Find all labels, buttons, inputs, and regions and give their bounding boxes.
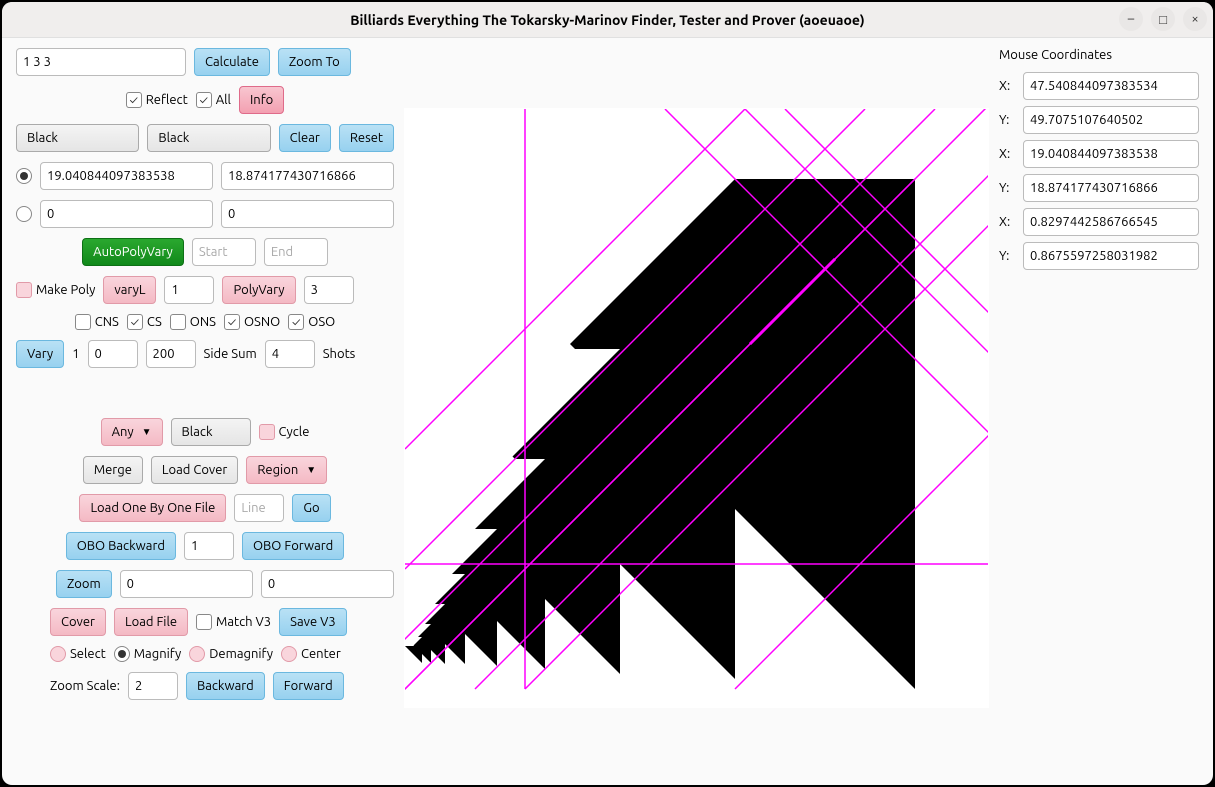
cs-checkbox[interactable]: ✓ <box>127 314 143 330</box>
close-icon[interactable]: × <box>1183 7 1207 31</box>
my2-input[interactable] <box>1023 174 1199 202</box>
reflect-checkbox[interactable]: ✓ <box>126 92 142 108</box>
cs-label: CS <box>147 315 162 329</box>
osno-checkbox[interactable]: ✓ <box>224 314 240 330</box>
load-obo-file-button[interactable]: Load One By One File <box>79 494 226 522</box>
my2-label: Y: <box>999 181 1015 195</box>
all-checkbox[interactable]: ✓ <box>196 92 212 108</box>
cycle-label: Cycle <box>279 425 310 439</box>
center-label: Center <box>301 647 341 661</box>
go-button[interactable]: Go <box>292 494 330 522</box>
line-input[interactable] <box>234 494 284 522</box>
select-radio[interactable] <box>50 646 66 662</box>
matchv3-label: Match V3 <box>216 615 271 629</box>
black-button-2[interactable]: Black <box>147 124 270 152</box>
region-select[interactable]: Region▼ <box>246 456 327 484</box>
ons-checkbox[interactable] <box>170 314 186 330</box>
reset-button[interactable]: Reset <box>339 124 394 152</box>
oso-label: OSO <box>308 315 335 329</box>
load-file-button[interactable]: Load File <box>114 608 188 636</box>
polyvary-button[interactable]: PolyVary <box>222 276 295 304</box>
varyl-button[interactable]: varyL <box>103 276 156 304</box>
all-label: All <box>216 93 231 107</box>
cns-label: CNS <box>95 315 119 329</box>
shots-label: Shots <box>323 347 356 361</box>
center-radio[interactable] <box>281 646 297 662</box>
chevron-down-icon: ▼ <box>142 426 152 438</box>
black-button-3[interactable]: Black <box>171 418 251 446</box>
reflect-label: Reflect <box>146 93 188 107</box>
varyl-input[interactable] <box>164 276 214 304</box>
ons-label: ONS <box>190 315 216 329</box>
side-sum-label: Side Sum <box>204 347 257 361</box>
magnify-radio[interactable] <box>114 646 130 662</box>
x2-input[interactable] <box>40 200 213 228</box>
vary-from-input[interactable] <box>88 340 138 368</box>
obo-n-input[interactable] <box>184 532 234 560</box>
calculate-button[interactable]: Calculate <box>194 48 270 76</box>
merge-button[interactable]: Merge <box>83 456 143 484</box>
end-input[interactable] <box>264 238 328 266</box>
cover-button[interactable]: Cover <box>50 608 106 636</box>
window-title: Billiards Everything The Tokarsky-Marino… <box>350 12 865 28</box>
makepoly-checkbox[interactable] <box>16 282 32 298</box>
zoom-scale-input[interactable] <box>128 672 178 700</box>
my1-label: Y: <box>999 113 1015 127</box>
demagnify-radio[interactable] <box>189 646 205 662</box>
obo-forward-button[interactable]: OBO Forward <box>242 532 344 560</box>
chevron-down-icon: ▼ <box>306 464 316 476</box>
makepoly-label: Make Poly <box>36 283 95 297</box>
osno-label: OSNO <box>244 315 280 329</box>
forward-button[interactable]: Forward <box>273 672 344 700</box>
cycle-checkbox[interactable] <box>259 424 275 440</box>
load-cover-button[interactable]: Load Cover <box>151 456 238 484</box>
mx1-label: X: <box>999 79 1015 93</box>
x1-input[interactable] <box>40 162 213 190</box>
expression-input[interactable] <box>16 48 186 76</box>
polyvary-input[interactable] <box>304 276 354 304</box>
matchv3-checkbox[interactable] <box>196 614 212 630</box>
y1-input[interactable] <box>221 162 394 190</box>
row2-radio[interactable] <box>16 206 32 222</box>
oso-checkbox[interactable]: ✓ <box>288 314 304 330</box>
save-v3-button[interactable]: Save V3 <box>279 608 347 636</box>
info-button[interactable]: Info <box>239 86 284 114</box>
zoom-to-button[interactable]: Zoom To <box>278 48 351 76</box>
my3-input[interactable] <box>1023 242 1199 270</box>
obo-backward-button[interactable]: OBO Backward <box>66 532 176 560</box>
backward-button[interactable]: Backward <box>186 672 265 700</box>
zoom-scale-label: Zoom Scale: <box>50 679 120 693</box>
mx3-input[interactable] <box>1023 208 1199 236</box>
clear-button[interactable]: Clear <box>279 124 331 152</box>
zoom-y-input[interactable] <box>261 570 394 598</box>
vary-button[interactable]: Vary <box>16 340 64 368</box>
mx1-input[interactable] <box>1023 72 1199 100</box>
titlebar: Billiards Everything The Tokarsky-Marino… <box>2 2 1213 38</box>
minimize-icon[interactable]: – <box>1119 7 1143 31</box>
black-button-1[interactable]: Black <box>16 124 139 152</box>
mx2-label: X: <box>999 147 1015 161</box>
y2-input[interactable] <box>221 200 394 228</box>
zoom-button[interactable]: Zoom <box>56 570 112 598</box>
side-sum-input[interactable] <box>265 340 315 368</box>
start-input[interactable] <box>192 238 256 266</box>
select-label: Select <box>70 647 106 661</box>
my3-label: Y: <box>999 249 1015 263</box>
autopolyvary-button[interactable]: AutoPolyVary <box>82 238 184 266</box>
vary-1-label: 1 <box>72 347 79 361</box>
mouse-coords-title: Mouse Coordinates <box>999 48 1199 62</box>
mx2-input[interactable] <box>1023 140 1199 168</box>
row1-radio[interactable] <box>16 168 32 184</box>
zoom-x-input[interactable] <box>120 570 253 598</box>
maximize-icon[interactable]: □ <box>1151 7 1175 31</box>
my1-input[interactable] <box>1023 106 1199 134</box>
plot-canvas[interactable] <box>404 108 989 708</box>
any-select[interactable]: Any▼ <box>101 418 163 446</box>
mx3-label: X: <box>999 215 1015 229</box>
cns-checkbox[interactable] <box>75 314 91 330</box>
vary-to-input[interactable] <box>146 340 196 368</box>
demagnify-label: Demagnify <box>209 647 273 661</box>
magnify-label: Magnify <box>134 647 182 661</box>
